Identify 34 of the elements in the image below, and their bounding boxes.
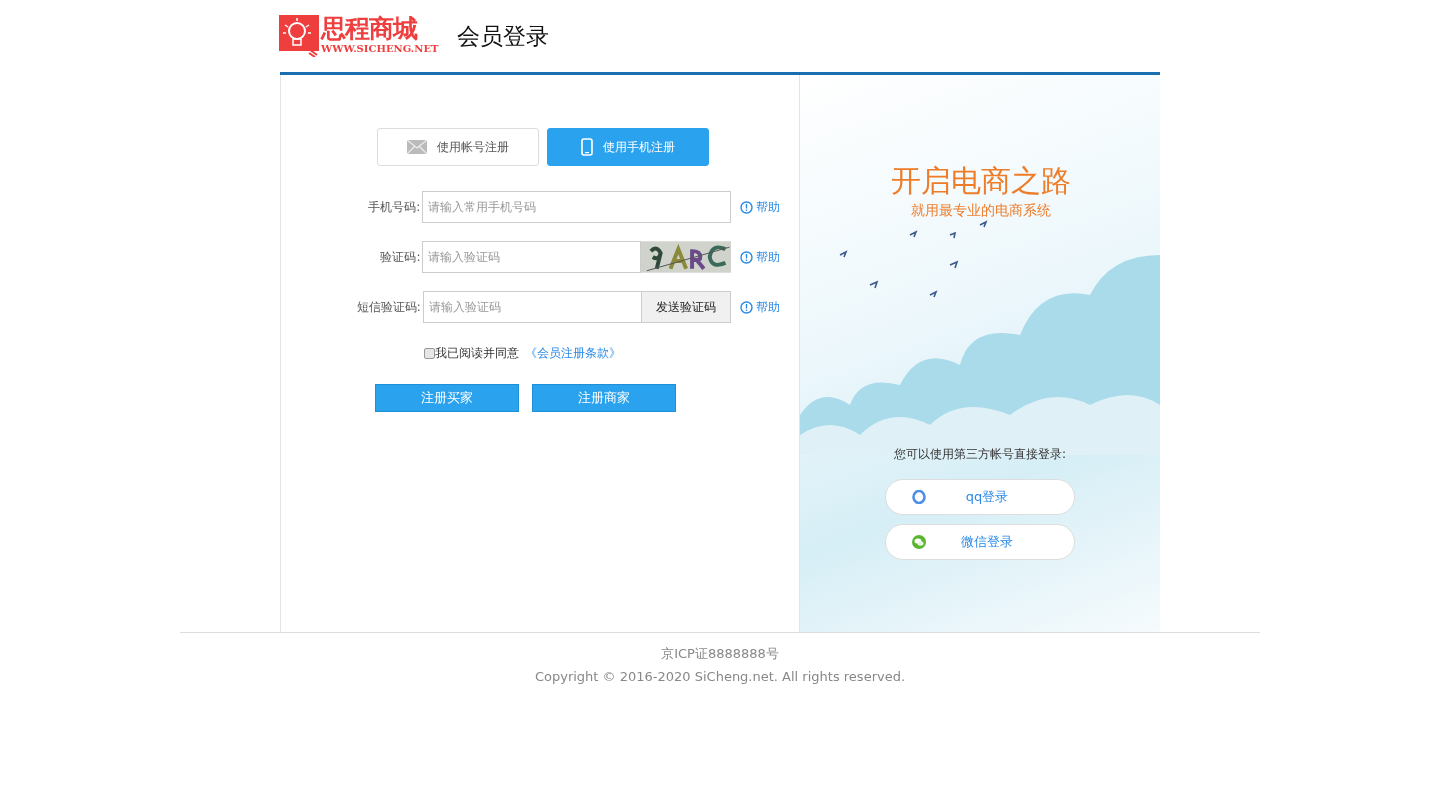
register-button[interactable]: 注册商家 [532, 384, 676, 412]
info-icon [740, 300, 753, 314]
register-button[interactable]: 注册买家 [375, 384, 519, 412]
field-label: 手机号码: [367, 198, 421, 216]
register-tab[interactable]: 使用手机注册 [547, 128, 709, 166]
field-label: 验证码: [379, 248, 421, 266]
register-tab[interactable]: 使用帐号注册 [377, 128, 539, 166]
input-field[interactable]: 请输入常用手机号码 [422, 191, 731, 223]
agreement-text: 我已阅读并同意 [435, 345, 519, 362]
input-field[interactable]: 请输入验证码 [422, 241, 641, 273]
page-title: 会员登录 [456, 21, 549, 51]
bulb-logo-icon [279, 15, 319, 57]
envelope-icon [407, 140, 427, 154]
help-link[interactable]: 帮助 [740, 198, 780, 216]
send-code-button[interactable]: 发送验证码 [642, 291, 731, 323]
field-label: 短信验证码: [355, 298, 421, 316]
logo-url: WWW.SICHENG.NET [321, 43, 439, 55]
input-field[interactable]: 请输入验证码 [422, 291, 643, 323]
help-link[interactable]: 帮助 [740, 248, 780, 266]
logo-name: 思程商城 [321, 15, 419, 43]
info-icon [740, 200, 753, 214]
third-party-prompt: 您可以使用第三方帐号直接登录: [893, 446, 1066, 463]
banner-subline: 就用最专业的电商系统 [911, 202, 1051, 220]
phone-icon [581, 138, 593, 156]
third-party-login-button[interactable]: 微信登录 [885, 524, 1075, 560]
terms-link[interactable]: 《会员注册条款》 [525, 345, 621, 362]
info-icon [740, 250, 753, 264]
chat-bubbles-icon [912, 535, 926, 549]
banner-headline: 开启电商之路 [891, 162, 1071, 200]
help-link[interactable]: 帮助 [740, 298, 780, 316]
copyright-text: Copyright © 2016-2020 SiCheng.net. All rights reserved. [534, 669, 906, 684]
icp-license: 京ICP证8888888号 [661, 645, 779, 663]
third-party-login-button[interactable]: qq登录 [885, 479, 1075, 515]
agree-checkbox[interactable] [424, 348, 435, 359]
